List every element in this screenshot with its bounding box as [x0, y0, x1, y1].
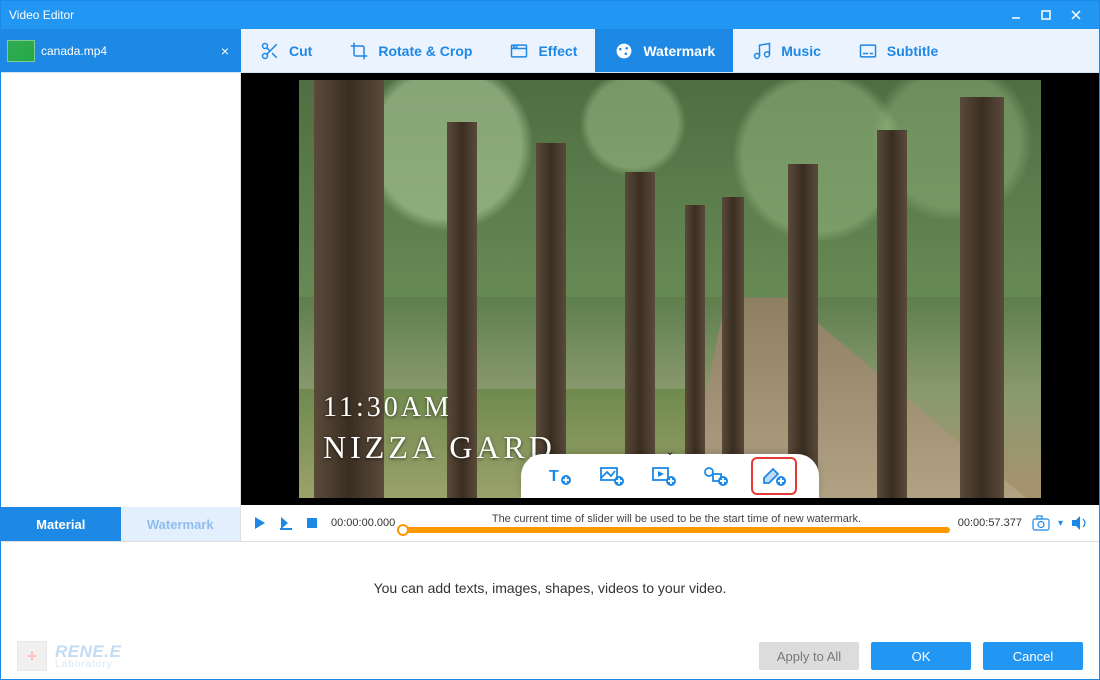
volume-button[interactable] [1069, 512, 1091, 534]
duration-time: 00:00:57.377 [958, 517, 1022, 529]
brand-sub: Laboratory [55, 660, 121, 670]
overlay-place-text: NIZZA GARD [323, 429, 556, 466]
ok-button[interactable]: OK [871, 642, 971, 670]
timeline: 00:00:00.000 The current time of slider … [241, 505, 1099, 541]
minimize-button[interactable] [1001, 4, 1031, 26]
apply-to-all-button[interactable]: Apply to All [759, 642, 859, 670]
sidebar-body [1, 73, 240, 507]
crop-icon [348, 40, 370, 62]
top-toolbar: canada.mp4 × Cut Rotate & Crop Effect Wa… [1, 29, 1099, 73]
music-icon [751, 40, 773, 62]
tab-subtitle[interactable]: Subtitle [839, 29, 956, 72]
scissors-icon [259, 40, 281, 62]
file-tab-close-icon[interactable]: × [215, 43, 235, 59]
sidebar-tabs: Material Watermark [1, 507, 240, 541]
timeline-thumb[interactable] [397, 524, 409, 536]
titlebar: Video Editor [1, 1, 1099, 29]
step-button[interactable] [275, 512, 297, 534]
effect-icon [508, 40, 530, 62]
close-button[interactable] [1061, 4, 1091, 26]
tab-cut[interactable]: Cut [241, 29, 330, 72]
watermark-icon [613, 40, 635, 62]
preview-column: 11:30AM NIZZA GARD ⌄ T [241, 73, 1099, 541]
current-time: 00:00:00.000 [331, 517, 395, 529]
sidebar: Material Watermark [1, 73, 241, 541]
bottom-panel: You can add texts, images, shapes, video… [1, 541, 1099, 679]
window-title: Video Editor [9, 8, 1001, 22]
bottom-footer: RENE.E Laboratory Apply to All OK Cancel [1, 633, 1099, 679]
main-area: Material Watermark 11:30AM NIZZA GARD ⌄ … [1, 73, 1099, 541]
file-tab[interactable]: canada.mp4 × [1, 29, 241, 72]
chevron-down-icon[interactable]: ⌄ [665, 444, 675, 458]
tab-label: Effect [538, 43, 577, 59]
brand: RENE.E Laboratory [17, 641, 121, 671]
snapshot-button[interactable] [1030, 512, 1052, 534]
overlay-time-text: 11:30AM [323, 392, 452, 424]
timeline-slider-wrap: The current time of slider will be used … [403, 514, 950, 533]
preview-extra-controls: ▾ [1030, 512, 1091, 534]
sidebar-tab-material[interactable]: Material [1, 507, 121, 541]
tab-rotate-crop[interactable]: Rotate & Crop [330, 29, 490, 72]
add-text-watermark-button[interactable]: T [543, 461, 577, 491]
playback-controls [249, 512, 323, 534]
remove-watermark-highlight [751, 457, 797, 495]
brand-name: RENE.E [55, 643, 121, 660]
add-shape-watermark-button[interactable] [699, 461, 733, 491]
dropdown-caret-icon[interactable]: ▾ [1058, 518, 1063, 529]
file-thumbnail [7, 40, 35, 62]
tab-music[interactable]: Music [733, 29, 839, 72]
timeline-hint: The current time of slider will be used … [403, 514, 950, 525]
svg-text:T: T [549, 468, 559, 485]
tab-effect[interactable]: Effect [490, 29, 595, 72]
cancel-button[interactable]: Cancel [983, 642, 1083, 670]
video-stage: 11:30AM NIZZA GARD ⌄ T [241, 73, 1099, 505]
stop-button[interactable] [301, 512, 323, 534]
window-controls [1001, 4, 1091, 26]
tab-label: Rotate & Crop [378, 43, 472, 59]
add-image-watermark-button[interactable] [595, 461, 629, 491]
remove-watermark-button[interactable] [757, 461, 791, 491]
tool-tabs: Cut Rotate & Crop Effect Watermark Music… [241, 29, 1099, 72]
play-button[interactable] [249, 512, 271, 534]
subtitle-icon [857, 40, 879, 62]
video-preview[interactable]: 11:30AM NIZZA GARD ⌄ T [299, 80, 1041, 498]
timeline-slider[interactable] [403, 527, 950, 533]
add-video-watermark-button[interactable] [647, 461, 681, 491]
brand-logo-icon [17, 641, 47, 671]
bottom-message: You can add texts, images, shapes, video… [1, 542, 1099, 633]
tab-watermark[interactable]: Watermark [595, 29, 733, 72]
tab-label: Watermark [643, 43, 715, 59]
file-name: canada.mp4 [41, 44, 215, 58]
tab-label: Cut [289, 43, 312, 59]
tab-label: Subtitle [887, 43, 938, 59]
tab-label: Music [781, 43, 821, 59]
maximize-button[interactable] [1031, 4, 1061, 26]
sidebar-tab-watermark[interactable]: Watermark [121, 507, 241, 541]
watermark-toolbar: ⌄ T [521, 454, 819, 498]
